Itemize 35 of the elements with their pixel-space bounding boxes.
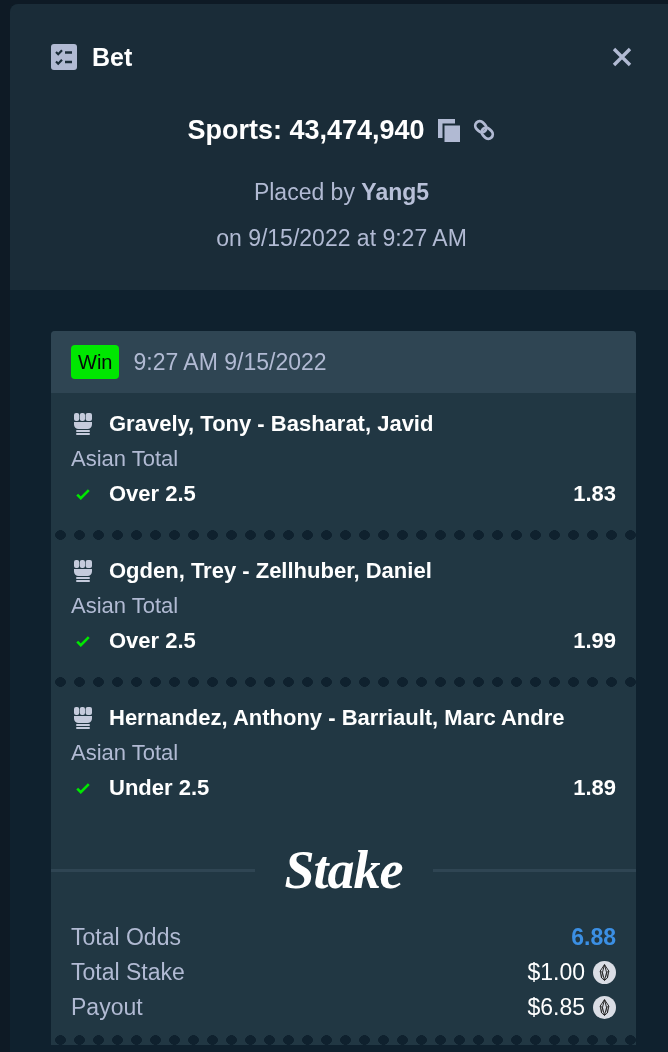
leg-odds: 1.83 bbox=[573, 481, 616, 507]
summary-value: $6.85 bbox=[527, 994, 585, 1020]
status-badge: Win bbox=[71, 345, 120, 379]
leg-odds: 1.89 bbox=[573, 775, 616, 801]
link-icon[interactable] bbox=[471, 118, 496, 142]
slip-timestamp: 9:27 AM 9/15/2022 bbox=[133, 348, 327, 376]
placed-date-text: on 9/15/2022 at 9:27 AM bbox=[216, 224, 467, 252]
outcome-name: Under 2.5 bbox=[109, 775, 210, 801]
fist-icon bbox=[73, 413, 93, 435]
outcome-name: Over 2.5 bbox=[109, 628, 196, 654]
coin-icon bbox=[593, 960, 616, 984]
market-name: Asian Total bbox=[71, 593, 179, 619]
leg-odds: 1.99 bbox=[573, 628, 616, 654]
brand-logo: Stake bbox=[284, 842, 403, 898]
summary-label: Total Stake bbox=[71, 959, 185, 985]
summary-value: 6.88 bbox=[571, 924, 616, 950]
fist-icon bbox=[73, 707, 93, 729]
checklist-icon bbox=[51, 44, 77, 70]
dialog-title: Bet bbox=[92, 42, 133, 72]
close-button[interactable] bbox=[612, 47, 632, 67]
event-name: Hernandez, Anthony - Barriault, Marc Andre bbox=[109, 705, 565, 731]
outcome-name: Over 2.5 bbox=[109, 481, 196, 507]
event-name: Ogden, Trey - Zellhuber, Daniel bbox=[109, 558, 432, 584]
market-name: Asian Total bbox=[71, 740, 179, 766]
copy-icon[interactable] bbox=[437, 118, 460, 142]
summary-label: Total Odds bbox=[71, 924, 181, 950]
fist-icon bbox=[73, 560, 93, 582]
bet-reference: Sports: 43,474,940 bbox=[187, 114, 425, 147]
market-name: Asian Total bbox=[71, 446, 179, 472]
summary-label: Payout bbox=[71, 994, 143, 1020]
close-icon bbox=[612, 47, 632, 67]
coin-icon bbox=[593, 995, 616, 1019]
event-name: Gravely, Tony - Basharat, Javid bbox=[109, 411, 434, 437]
summary-value: $1.00 bbox=[527, 959, 585, 985]
placed-by-text: Placed by Yang5 bbox=[253, 178, 430, 206]
